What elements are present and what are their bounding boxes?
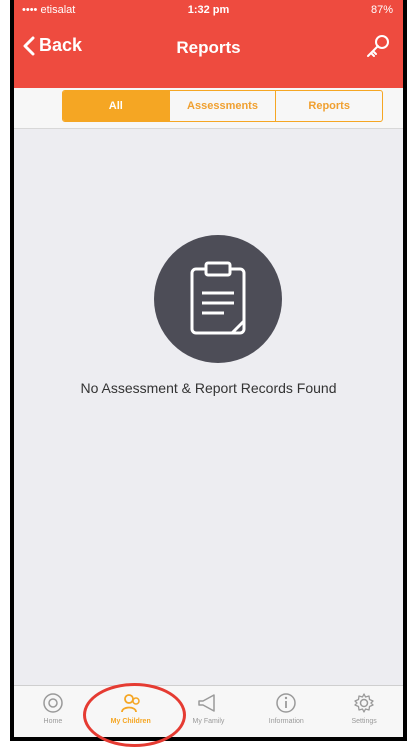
page-title: Reports [176,38,241,57]
home-icon [43,693,63,713]
tab-home[interactable]: Home [14,686,92,737]
tab-label: Information [268,718,304,725]
clipboard-icon [190,261,246,335]
segment-reports[interactable]: Reports [276,91,382,121]
key-icon[interactable] [365,33,391,59]
tab-settings[interactable]: Settings [325,686,403,737]
children-icon [120,694,140,713]
phone-screen: •••• etisalat 1:32 pm 87% Back Reports A… [10,0,407,741]
info-icon [276,693,297,713]
gear-icon [354,693,374,713]
tab-label: My Children [110,718,151,725]
tab-label: Settings [351,718,377,725]
tab-bar: Home My Children My Family Information S… [14,685,403,737]
segment-assessments[interactable]: Assessments [170,91,277,121]
segment-all[interactable]: All [63,91,170,121]
status-bar: •••• etisalat 1:32 pm 87% [14,0,403,22]
empty-state-circle [154,235,282,363]
tab-label: My Family [192,718,225,725]
nav-bar: Back Reports [14,28,403,64]
app-header: •••• etisalat 1:32 pm 87% Back Reports [14,0,403,88]
tab-my-family[interactable]: My Family [170,686,248,737]
filter-segmented-control: All Assessments Reports [62,90,383,122]
tab-information[interactable]: Information [247,686,325,737]
clock: 1:32 pm [187,4,230,16]
segment-bar: All Assessments Reports [14,88,403,129]
empty-state-message: No Assessment & Report Records Found [80,380,337,396]
megaphone-icon [198,694,216,712]
tab-label: Home [43,718,63,725]
battery-level: 87% [370,4,393,16]
tab-my-children[interactable]: My Children [92,686,170,737]
